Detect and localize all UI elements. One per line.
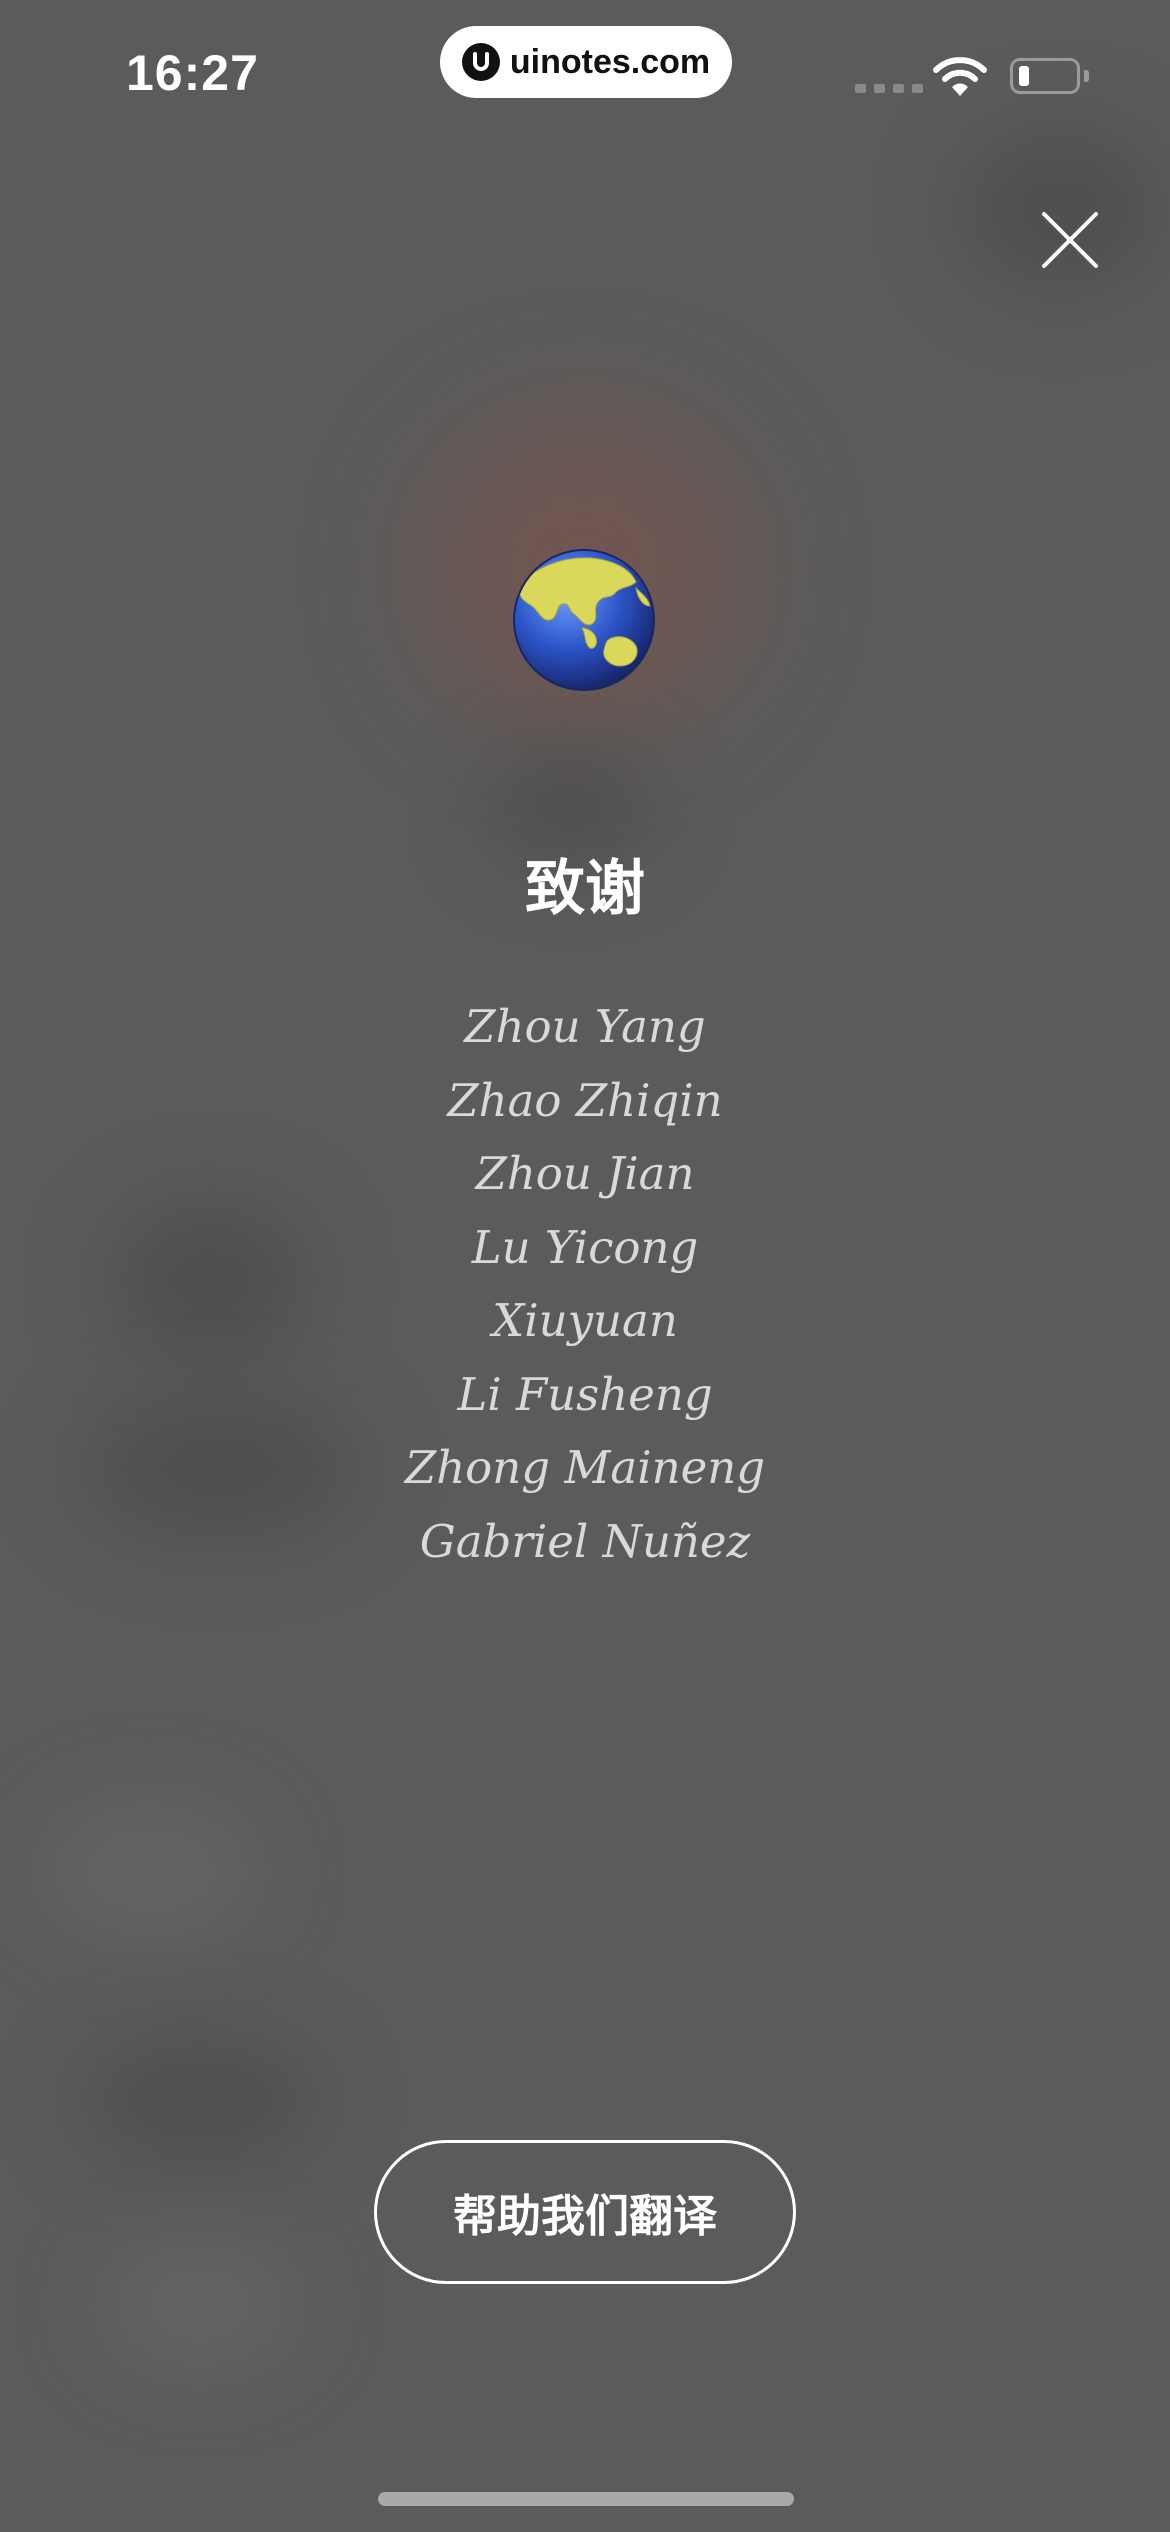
url-text: uinotes.com xyxy=(509,42,711,81)
contributor-name: Gabriel Nuñez xyxy=(419,1514,751,1568)
uinotes-logo-icon xyxy=(461,43,500,81)
help-translate-button[interactable]: 帮助我们翻译 xyxy=(374,2140,796,2284)
credits-screen: 16:27 uinotes.com 致谢 Zhou Yang Zhao Zhiq… xyxy=(0,0,1170,2532)
contributor-name: Zhou Jian xyxy=(475,1147,695,1200)
credits-title: 致谢 xyxy=(525,854,645,924)
url-pill[interactable]: uinotes.com xyxy=(440,26,732,98)
background-blob xyxy=(80,2040,320,2160)
cellular-signal-icon xyxy=(855,84,923,93)
contributor-name: Li Fusheng xyxy=(457,1367,713,1421)
globe-icon xyxy=(513,549,655,691)
contributor-name: Zhou Yang xyxy=(464,1000,706,1053)
battery-cap xyxy=(1084,70,1089,82)
wifi-icon xyxy=(933,57,987,96)
status-time: 16:27 xyxy=(126,45,259,101)
contributor-name: Zhong Maineng xyxy=(404,1441,766,1494)
contributors-list: Zhou Yang Zhao Zhiqin Zhou Jian Lu Yicon… xyxy=(0,990,1170,1578)
background-blob xyxy=(100,2240,300,2370)
background-blob xyxy=(40,1800,260,1940)
home-indicator[interactable] xyxy=(378,2492,794,2506)
contributor-name: Xiuyuan xyxy=(492,1294,678,1347)
contributor-name: Lu Yicong xyxy=(471,1220,699,1274)
contributor-name: Zhao Zhiqin xyxy=(447,1073,723,1127)
close-icon[interactable] xyxy=(1030,200,1110,280)
battery-icon xyxy=(1010,58,1080,94)
